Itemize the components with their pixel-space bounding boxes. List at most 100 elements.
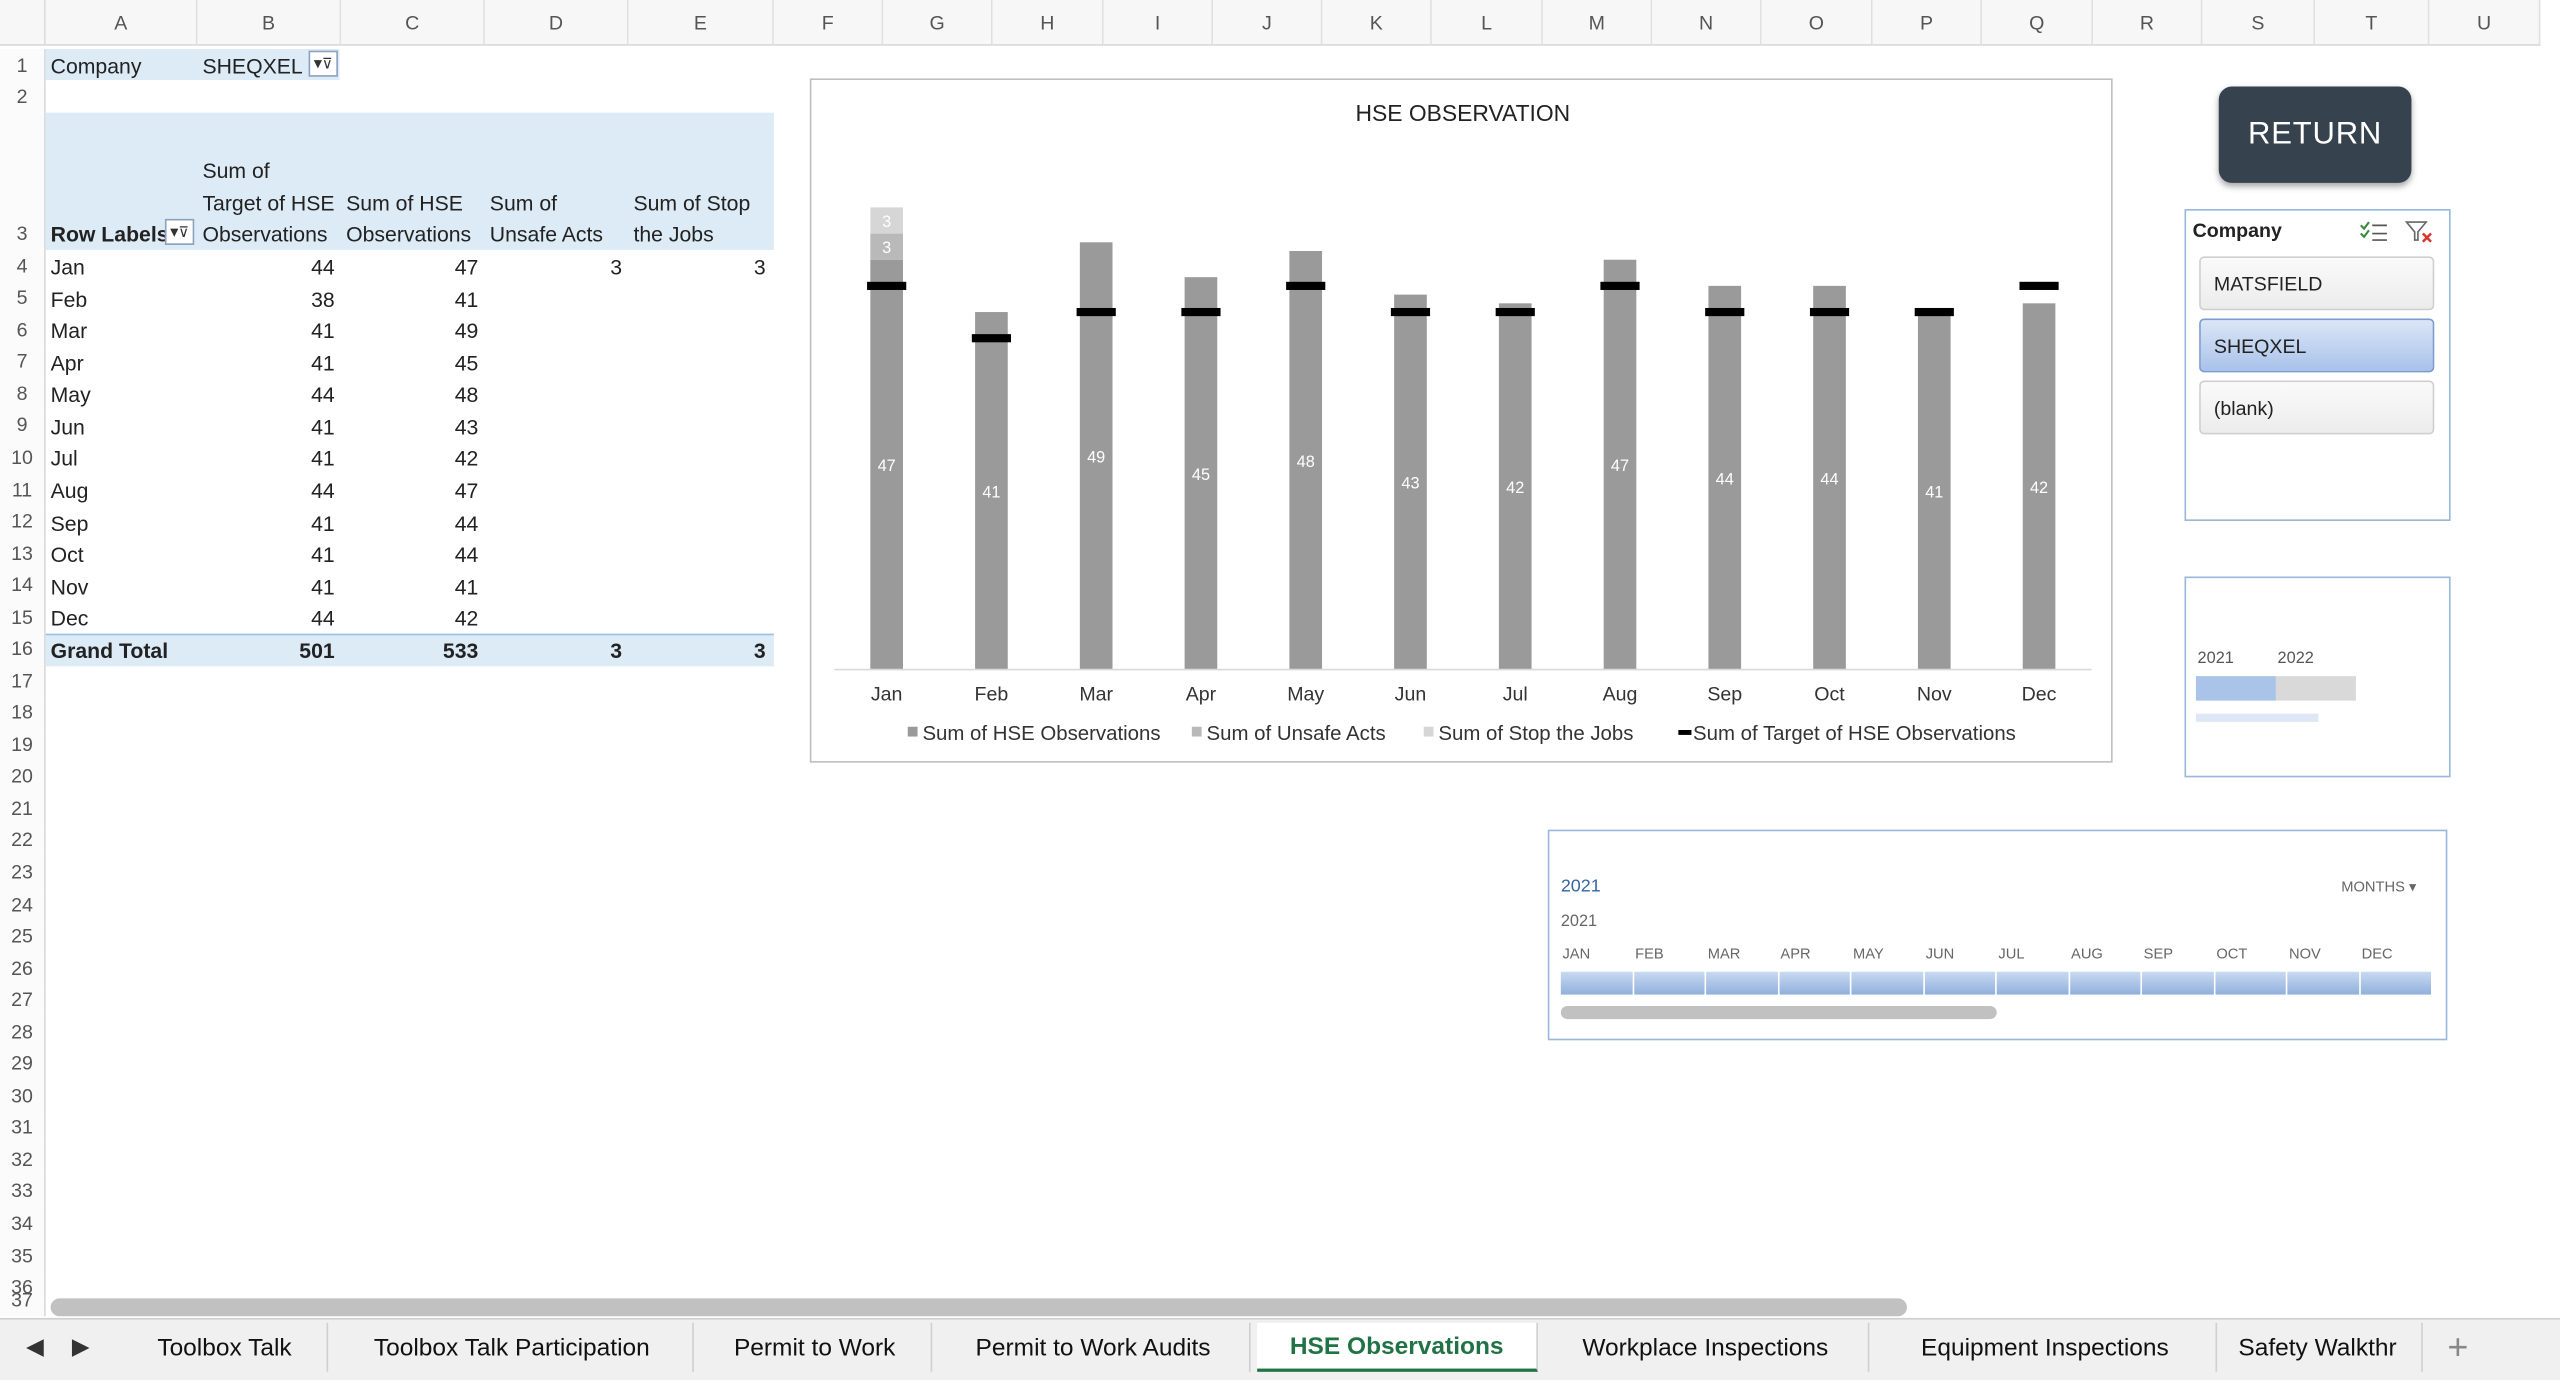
sheet-tab[interactable]: Permit to Work bbox=[699, 1322, 933, 1372]
timeline-scrollbar[interactable] bbox=[1560, 1006, 1997, 1020]
chart-target-marker[interactable] bbox=[1600, 281, 1640, 290]
row-header[interactable]: 8 bbox=[0, 377, 46, 410]
year-slicer[interactable]: 2021 2022 bbox=[2184, 576, 2451, 778]
row-header[interactable]: 14 bbox=[0, 569, 46, 601]
next-sheet-icon[interactable]: ▶ bbox=[72, 1333, 90, 1361]
sheet-tab[interactable]: Toolbox Talk Participation bbox=[331, 1322, 694, 1372]
chart-target-marker[interactable] bbox=[1914, 307, 1954, 317]
column-header[interactable]: K bbox=[1322, 0, 1432, 46]
year-bar-selected[interactable] bbox=[2195, 676, 2276, 701]
row-header[interactable]: 9 bbox=[0, 409, 46, 441]
row-header[interactable]: 13 bbox=[0, 537, 46, 570]
timeline-slicer[interactable]: 2021 MONTHS ▾ 2021 JAN FEB MAR APR MAY JUN JUL… bbox=[1547, 829, 2448, 1041]
row-header[interactable]: 3 bbox=[0, 112, 46, 250]
row-header[interactable]: 25 bbox=[0, 921, 46, 953]
year-label-2022[interactable]: 2022 bbox=[2278, 650, 2314, 668]
timeline-month-bar[interactable] bbox=[2359, 971, 2432, 995]
horizontal-scrollbar[interactable] bbox=[50, 1298, 1907, 1317]
column-header[interactable]: C bbox=[341, 0, 485, 46]
row-header[interactable]: 7 bbox=[0, 346, 46, 378]
company-slicer[interactable]: Company MATSFIELD SHEQXEL (blank) bbox=[2184, 209, 2451, 521]
year-scrollbar[interactable] bbox=[2195, 713, 2319, 722]
column-header[interactable]: R bbox=[2093, 0, 2203, 46]
timeline-month-bar[interactable] bbox=[1706, 971, 1778, 995]
year-bar-unselected[interactable] bbox=[2275, 676, 2356, 701]
timeline-month-label[interactable]: MAR bbox=[1708, 946, 1741, 962]
column-header[interactable]: E bbox=[628, 0, 774, 46]
column-header[interactable]: P bbox=[1872, 0, 1983, 46]
row-header[interactable]: 30 bbox=[0, 1079, 46, 1113]
row-header[interactable]: 5 bbox=[0, 282, 46, 314]
chart-target-marker[interactable] bbox=[2019, 281, 2059, 290]
timeline-month-bar[interactable] bbox=[2142, 971, 2214, 995]
row-header[interactable]: 26 bbox=[0, 952, 46, 985]
column-header[interactable]: T bbox=[2315, 0, 2430, 46]
sheet-tab[interactable]: Toolbox Talk bbox=[122, 1322, 329, 1372]
timeline-month-label[interactable]: DEC bbox=[2362, 946, 2393, 962]
column-header[interactable]: Q bbox=[1982, 0, 2094, 46]
column-header[interactable]: O bbox=[1761, 0, 1873, 46]
clear-filter-icon[interactable] bbox=[2404, 220, 2434, 243]
row-header[interactable]: 35 bbox=[0, 1239, 46, 1273]
filter-dropdown-icon[interactable]: ▾ ⊽ bbox=[308, 50, 338, 77]
hse-observation-chart[interactable]: HSE OBSERVATION 47 3 3 Jan 41 Feb 49 Mar 45 Apr 48 M… bbox=[809, 78, 2113, 763]
row-header[interactable]: 31 bbox=[0, 1112, 46, 1144]
chart-target-marker[interactable] bbox=[1705, 307, 1745, 317]
timeline-month-bar[interactable] bbox=[1924, 971, 1996, 995]
column-header[interactable]: L bbox=[1431, 0, 1543, 46]
select-all-corner[interactable] bbox=[0, 0, 46, 46]
row-header[interactable]: 28 bbox=[0, 1015, 46, 1049]
prev-sheet-icon[interactable]: ◀ bbox=[26, 1333, 44, 1361]
column-header[interactable]: H bbox=[992, 0, 1104, 46]
column-header[interactable]: B bbox=[197, 0, 342, 46]
column-header[interactable]: S bbox=[2202, 0, 2316, 46]
timeline-month-label[interactable]: JUL bbox=[1998, 946, 2024, 962]
column-header[interactable]: I bbox=[1103, 0, 1214, 46]
timeline-level-dropdown[interactable]: MONTHS ▾ bbox=[2341, 879, 2416, 897]
row-header[interactable]: 27 bbox=[0, 984, 46, 1016]
row-header[interactable]: 16 bbox=[0, 633, 46, 665]
sheet-tab[interactable]: Permit to Work Audits bbox=[937, 1322, 1251, 1372]
slicer-item-blank[interactable]: (blank) bbox=[2199, 380, 2435, 435]
add-sheet-icon[interactable]: + bbox=[2447, 1326, 2468, 1368]
chart-target-marker[interactable] bbox=[1809, 307, 1850, 317]
timeline-month-label[interactable]: OCT bbox=[2216, 946, 2247, 962]
column-header[interactable]: U bbox=[2429, 0, 2541, 46]
slicer-item-matsfield[interactable]: MATSFIELD bbox=[2199, 256, 2435, 311]
row-header[interactable]: 34 bbox=[0, 1206, 46, 1240]
chart-target-marker[interactable] bbox=[1181, 307, 1221, 317]
timeline-month-bar[interactable] bbox=[1996, 971, 2068, 995]
chart-target-marker[interactable] bbox=[1390, 307, 1431, 317]
timeline-month-bar[interactable] bbox=[2287, 971, 2359, 995]
column-header[interactable]: D bbox=[484, 0, 629, 46]
timeline-month-label[interactable]: NOV bbox=[2289, 946, 2321, 962]
sheet-tab[interactable]: HSE Observations bbox=[1257, 1322, 1538, 1372]
row-header[interactable]: 33 bbox=[0, 1175, 46, 1207]
row-header[interactable]: 17 bbox=[0, 664, 46, 698]
year-label-2021[interactable]: 2021 bbox=[2198, 650, 2234, 668]
column-header[interactable]: J bbox=[1213, 0, 1323, 46]
row-header[interactable]: 24 bbox=[0, 888, 46, 922]
row-header[interactable]: 37 bbox=[0, 1289, 46, 1317]
column-header[interactable]: F bbox=[773, 0, 884, 46]
row-header[interactable]: 23 bbox=[0, 855, 46, 889]
row-header[interactable]: 21 bbox=[0, 792, 46, 825]
row-header[interactable]: 20 bbox=[0, 761, 46, 793]
row-header[interactable]: 6 bbox=[0, 313, 46, 347]
return-button[interactable]: RETURN bbox=[2218, 86, 2412, 183]
timeline-month-label[interactable]: AUG bbox=[2071, 946, 2103, 962]
row-header[interactable]: 32 bbox=[0, 1143, 46, 1176]
row-header[interactable]: 15 bbox=[0, 600, 46, 634]
sheet-tab[interactable]: Workplace Inspections bbox=[1543, 1322, 1870, 1372]
multi-select-icon[interactable] bbox=[2359, 220, 2388, 243]
row-header[interactable]: 19 bbox=[0, 728, 46, 762]
chart-target-marker[interactable] bbox=[867, 281, 907, 290]
sheet-tab[interactable]: Safety Walkthr bbox=[2214, 1322, 2423, 1372]
row-header[interactable]: 2 bbox=[0, 81, 46, 113]
column-header[interactable]: M bbox=[1542, 0, 1653, 46]
chart-target-marker[interactable] bbox=[971, 334, 1012, 343]
column-header[interactable]: N bbox=[1652, 0, 1762, 46]
timeline-month-label[interactable]: APR bbox=[1780, 946, 1810, 962]
row-header[interactable]: 18 bbox=[0, 697, 46, 729]
chart-target-marker[interactable] bbox=[1286, 281, 1326, 290]
